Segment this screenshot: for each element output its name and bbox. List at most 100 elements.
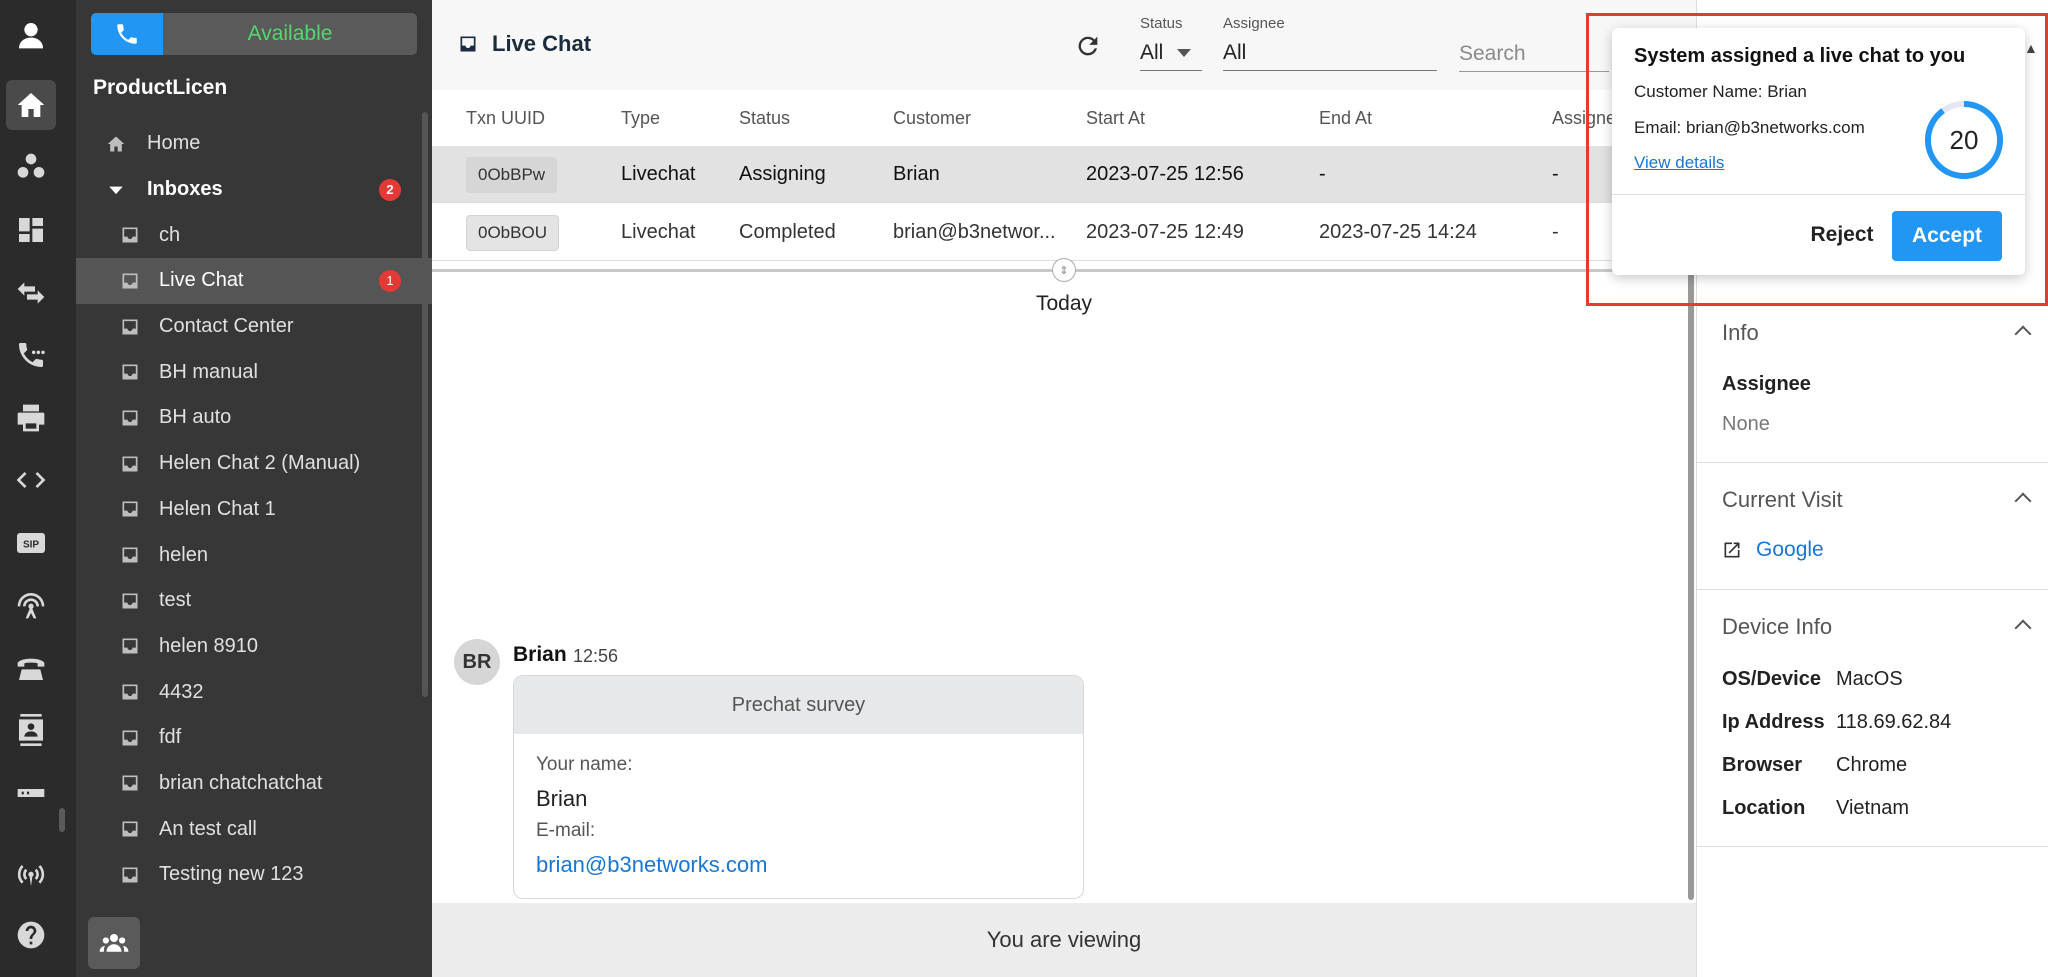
column-header[interactable]: Start At xyxy=(1086,108,1145,129)
sidebar-inbox-label: Contact Center xyxy=(159,315,294,338)
sidebar-inbox-item[interactable]: fdf xyxy=(76,715,432,761)
help-icon[interactable] xyxy=(6,910,56,960)
cell-status: Completed xyxy=(739,221,836,243)
nav-item-inboxes[interactable]: Inboxes 2 xyxy=(76,167,432,213)
user-icon[interactable] xyxy=(6,10,56,60)
sidebar-inbox-item[interactable]: Testing new 123 xyxy=(76,852,432,898)
countdown-seconds: 20 xyxy=(1949,124,1979,155)
phone-icon xyxy=(117,24,137,44)
txn-uuid-tag: 0ObBPw xyxy=(466,157,558,193)
table-header: Txn UUID Type Status Customer Start At E… xyxy=(432,90,1696,146)
rail-scrollbar[interactable] xyxy=(59,808,65,832)
home-icon[interactable] xyxy=(6,80,56,130)
inbox-icon xyxy=(122,638,138,654)
notification-customer: Customer Name: Brian xyxy=(1634,82,1807,101)
sip-icon[interactable]: SIP xyxy=(6,518,56,568)
wireless-icon[interactable] xyxy=(6,848,56,898)
chevron-up-icon[interactable] xyxy=(2014,325,2032,343)
column-header[interactable]: Status xyxy=(739,108,790,129)
section-title[interactable]: Current Visit xyxy=(1722,487,1843,513)
sidebar-inbox-item[interactable]: An test call xyxy=(76,806,432,852)
toolbar: Live Chat Status All Assignee All xyxy=(432,0,1696,90)
sidebar-inbox-item[interactable]: test xyxy=(76,578,432,624)
assignee-filter-select[interactable]: All xyxy=(1223,35,1437,71)
table-row[interactable]: 0ObBPw Livechat Assigning Brian 2023-07-… xyxy=(432,146,1696,203)
info-section: Info Assignee None xyxy=(1697,300,2048,463)
sidebar-inbox-item[interactable]: Helen Chat 1 xyxy=(76,487,432,533)
cell-start: 2023-07-25 12:56 xyxy=(1086,163,1244,185)
table-row[interactable]: 0ObBOU Livechat Completed brian@b3networ… xyxy=(432,204,1696,261)
visit-link-text: Google xyxy=(1756,538,1824,561)
accept-button[interactable]: Accept xyxy=(1892,211,2002,261)
sidebar-inbox-label: brian chatchatchat xyxy=(159,771,323,794)
team-button[interactable] xyxy=(88,917,140,969)
column-header[interactable]: Customer xyxy=(893,108,971,129)
dashboard-icon[interactable] xyxy=(6,205,56,255)
refresh-button[interactable] xyxy=(1074,32,1102,60)
sidebar-inbox-label: BH auto xyxy=(159,406,232,429)
name-label: Your name: xyxy=(536,754,633,775)
sidebar-inbox-item[interactable]: helen 8910 xyxy=(76,624,432,670)
people-icon[interactable] xyxy=(6,142,56,192)
refresh-icon xyxy=(1078,36,1098,56)
sidebar-inbox-label: helen xyxy=(159,543,208,566)
desk-phone-icon[interactable] xyxy=(6,643,56,693)
device-row-value: MacOS xyxy=(1836,668,1903,690)
nav-item-label: Home xyxy=(147,132,201,155)
resize-handle-icon[interactable]: ⇕ xyxy=(1052,258,1076,282)
view-details-link[interactable]: View details xyxy=(1634,153,1724,173)
sidebar-inbox-item[interactable]: brian chatchatchat xyxy=(76,761,432,807)
chevron-up-icon[interactable] xyxy=(2014,492,2032,510)
inbox-icon xyxy=(122,227,138,243)
visit-link[interactable]: Google xyxy=(1722,538,1824,562)
sidebar-inbox-label: Testing new 123 xyxy=(159,863,304,886)
inbox-icon xyxy=(122,319,138,335)
section-title[interactable]: Info xyxy=(1722,320,1759,346)
status-filter-select[interactable]: All xyxy=(1140,35,1202,71)
cell-end: 2023-07-25 14:24 xyxy=(1319,221,1477,243)
inbox-icon xyxy=(122,684,138,700)
transfer-icon[interactable] xyxy=(6,268,56,318)
name-value: Brian xyxy=(536,786,588,811)
contacts-icon[interactable] xyxy=(6,705,56,755)
device-row-label: OS/Device xyxy=(1722,668,1821,690)
inbox-icon xyxy=(122,364,138,380)
column-header[interactable]: Type xyxy=(621,108,660,129)
availability-status-button[interactable]: Available xyxy=(163,13,417,55)
icon-rail: SIP xyxy=(0,0,76,977)
inbox-nav: Home Inboxes 2 ch Live Chat 1 Contact Cente… xyxy=(76,121,432,898)
sidebar-inbox-item[interactable]: helen xyxy=(76,532,432,578)
device-row-label: Browser xyxy=(1722,754,1803,776)
email-link[interactable]: brian@b3networks.com xyxy=(536,852,1061,878)
sidebar-inbox-item[interactable]: 4432 xyxy=(76,669,432,715)
nav-item-home[interactable]: Home xyxy=(76,121,432,167)
sidebar-inbox-item[interactable]: BH manual xyxy=(76,349,432,395)
inbox-icon xyxy=(122,821,138,837)
sidebar-inbox-item[interactable]: Helen Chat 2 (Manual) xyxy=(76,441,432,487)
section-title[interactable]: Device Info xyxy=(1722,614,1832,640)
chevron-up-icon[interactable] xyxy=(2014,619,2032,637)
column-header[interactable]: End At xyxy=(1319,108,1372,129)
assignee-filter-label: Assignee xyxy=(1223,15,1285,32)
sidebar-inbox-item[interactable]: ch xyxy=(76,212,432,258)
status-filter-value: All xyxy=(1140,40,1164,64)
code-icon[interactable] xyxy=(6,455,56,505)
inbox-icon xyxy=(122,547,138,563)
sidebar-scrollbar[interactable] xyxy=(422,112,428,697)
call-log-icon[interactable] xyxy=(6,330,56,380)
cell-start: 2023-07-25 12:49 xyxy=(1086,221,1244,243)
organization-name: ProductLicen xyxy=(93,76,228,99)
reject-button[interactable]: Reject xyxy=(1792,211,1892,259)
phone-button[interactable] xyxy=(91,13,163,55)
chat-scrollbar[interactable] xyxy=(1688,272,1694,900)
device-icon[interactable] xyxy=(6,768,56,818)
sidebar-inbox-item[interactable]: Live Chat 1 xyxy=(76,258,432,304)
sidebar-inbox-label: fdf xyxy=(159,726,182,749)
sidebar-inbox-item[interactable]: BH auto xyxy=(76,395,432,441)
column-header[interactable]: Txn UUID xyxy=(466,108,545,129)
broadcast-icon[interactable] xyxy=(6,580,56,630)
printer-icon[interactable] xyxy=(6,393,56,443)
device-row-value: Vietnam xyxy=(1836,797,1910,819)
sidebar-inbox-label: Helen Chat 2 (Manual) xyxy=(159,452,361,475)
sidebar-inbox-item[interactable]: Contact Center xyxy=(76,304,432,350)
